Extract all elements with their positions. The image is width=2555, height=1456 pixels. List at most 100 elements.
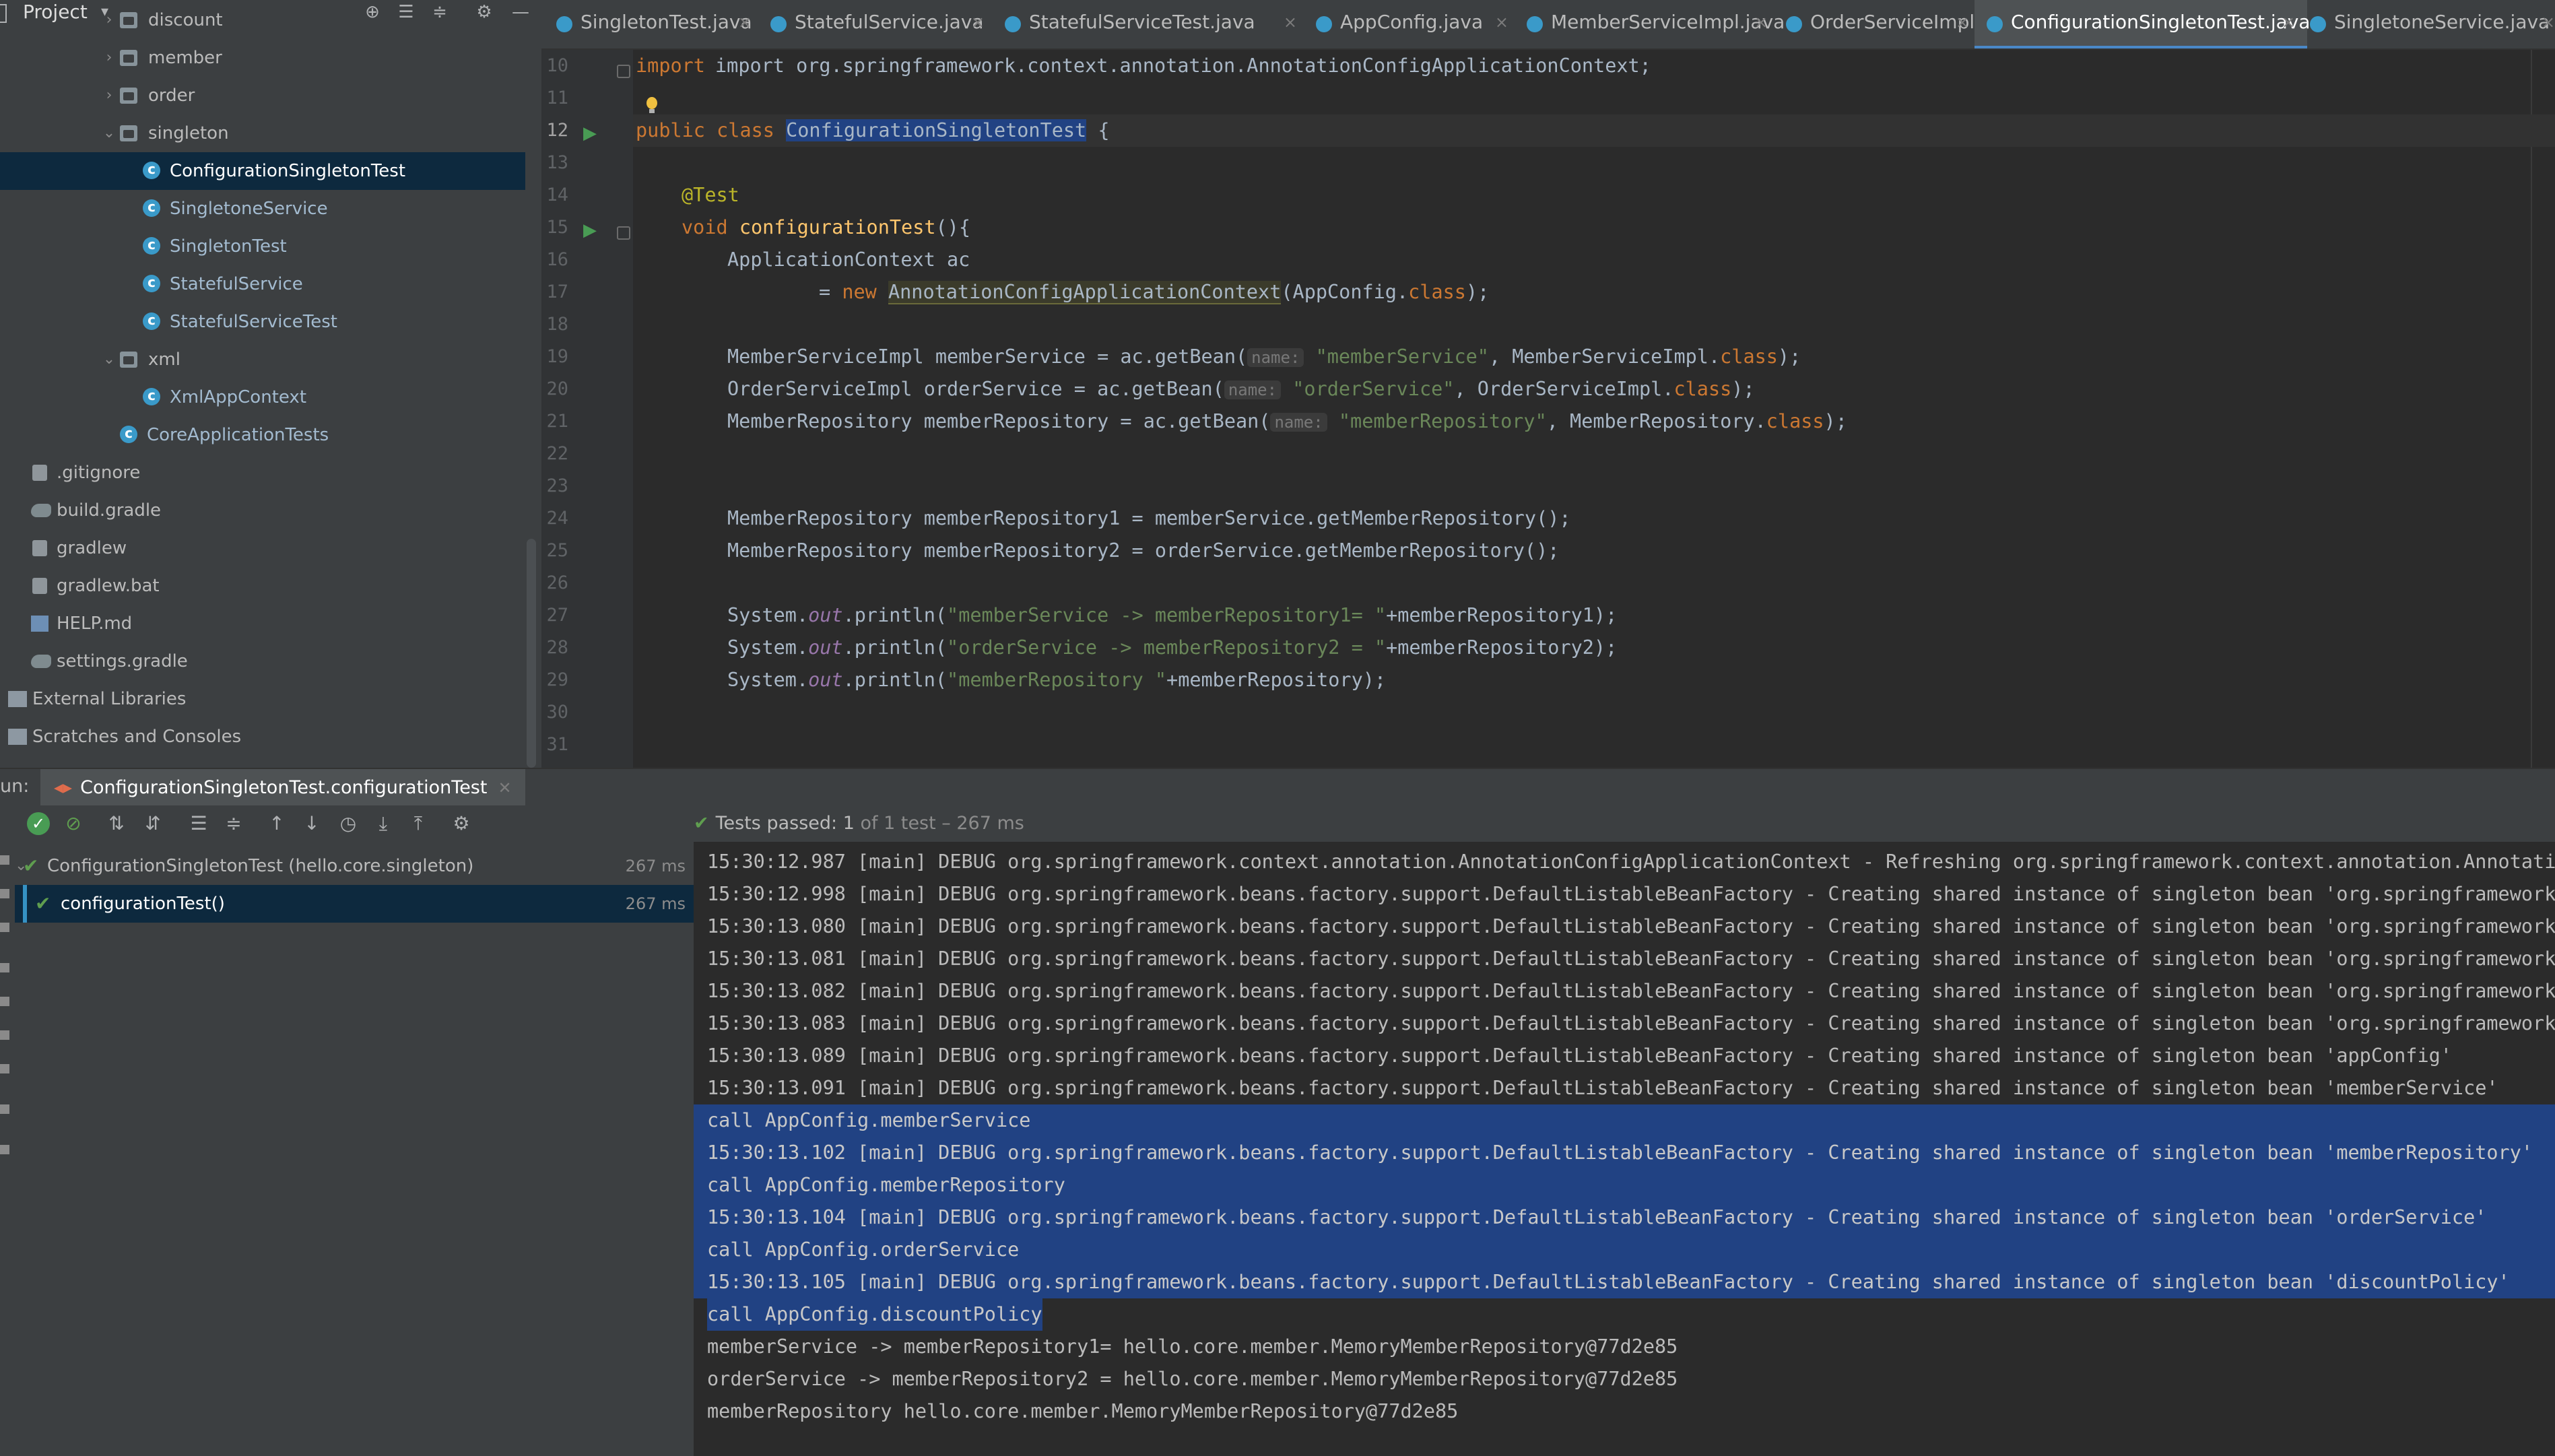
stop-icon[interactable] [0,889,9,898]
close-icon[interactable]: × [971,0,985,44]
rerun-icon[interactable] [0,855,9,865]
code-text: MemberServiceImpl memberService = ac.get… [727,345,1248,368]
tree-item-label: .gitignore [57,463,141,483]
line-number: 28 [546,637,568,658]
tree-item[interactable]: build.gradle [0,492,525,529]
run-gutter-icon[interactable]: ▶ [583,125,601,142]
editor-tab[interactable]: StatefulService.java × [770,0,985,48]
folder-icon [120,352,137,368]
console-line: 15:30:13.082 [main] DEBUG org.springfram… [707,980,2555,1002]
chevron-right-icon[interactable]: › [101,77,117,114]
close-icon[interactable]: × [2282,0,2295,44]
code-line-24: MemberRepository memberRepository1 = mem… [633,502,2555,535]
close-icon[interactable]: × [1284,0,1297,44]
code-line-29: System.out.println("memberRepository "+m… [633,664,2555,696]
console-line: 15:30:13.081 [main] DEBUG org.springfram… [707,948,2555,970]
code-string: "memberService" [1315,345,1489,368]
show-passed-icon[interactable]: ✓ [27,812,50,835]
line-number: 20 [546,378,568,399]
toggle-icon[interactable] [0,923,9,932]
tree-item[interactable]: gradlew.bat [0,567,525,605]
editor-tab[interactable]: OrderServiceImpl.java × [1786,0,2020,48]
fold-icon[interactable] [617,226,630,240]
more-icon[interactable] [0,1145,9,1154]
run-config-tab[interactable]: ◂▸ ConfigurationSingletonTest.configurati… [40,769,525,807]
arrow-up-icon[interactable]: ↑ [265,812,288,835]
tree-item[interactable]: › order [0,77,525,114]
editor-tab[interactable]: StatefulServiceTest.java × [1005,0,1297,48]
code-text: +memberRepository2); [1386,636,1618,659]
close-icon[interactable]: × [1495,0,1508,44]
tree-item[interactable]: Scratches and Consoles [0,718,525,756]
tree-item[interactable]: gradlew [0,529,525,567]
editor-tab[interactable]: AppConfig.java × [1316,0,1508,48]
param-hint: name: [1270,413,1327,432]
close-icon[interactable]: × [738,0,752,44]
chevron-down-icon[interactable]: ⌄ [101,341,117,378]
chevron-right-icon[interactable]: › [101,39,117,77]
import-tests-icon[interactable]: ⤓ [372,812,395,835]
code-line-10: import import org.springframework.context… [633,50,2555,82]
tree-item[interactable]: StatefulServiceTest [0,303,525,341]
gear-icon[interactable]: ⚙ [450,812,473,835]
editor-tab[interactable]: SingletoneService.java × [2310,0,2555,48]
show-ignored-icon[interactable]: ⊘ [62,812,85,835]
param-hint: name: [1224,380,1282,399]
tree-item[interactable]: ⌄ xml [0,341,525,378]
close-icon[interactable]: ✕ [498,779,511,797]
editor-tab[interactable]: MemberServiceImpl.java × [1527,0,1785,48]
sort-duration-icon[interactable]: ⇵ [141,812,164,835]
expand-all-icon[interactable]: ☰ [187,812,210,835]
chevron-down-icon[interactable]: ⌄ [101,114,117,152]
close-icon[interactable]: × [1754,0,1768,44]
line-number: 13 [546,152,568,173]
chevron-right-icon[interactable]: › [101,1,117,39]
export-tests-icon[interactable]: ⤒ [407,812,430,835]
sort-alpha-icon[interactable]: ⇅ [105,812,128,835]
close-icon[interactable]: × [1956,0,1969,44]
project-scrollbar[interactable] [527,539,536,768]
editor-tab-bar: SingletonTest.java × StatefulService.java ×… [541,0,2555,50]
tree-item[interactable]: › discount [0,1,525,39]
pin-icon[interactable] [0,963,9,972]
tree-item[interactable]: External Libraries [0,680,525,718]
collapse-all-icon[interactable]: ≑ [222,812,245,835]
run-gutter-icon[interactable]: ▶ [583,222,601,239]
camera-icon[interactable] [0,997,9,1006]
tree-item[interactable]: CoreApplicationTests [0,416,525,454]
tree-item[interactable]: › member [0,39,525,77]
code-string: "memberRepository " [947,669,1167,691]
status-count: 1 [842,813,855,834]
tree-item[interactable]: ConfigurationSingletonTest [0,152,525,190]
layout-icon[interactable] [0,1030,9,1040]
tree-item[interactable]: HELP.md [0,605,525,642]
settings-icon[interactable] [0,1104,9,1114]
gradle-icon [31,504,51,517]
java-icon [120,424,137,443]
tree-item[interactable]: XmlAppContext [0,378,525,416]
lightbulb-icon[interactable] [645,97,659,116]
test-annotation: @Test [682,184,739,206]
tree-item[interactable]: .gitignore [0,454,525,492]
tree-item[interactable]: SingletonTest [0,228,525,265]
editor-tab[interactable]: SingletonTest.java × [556,0,752,48]
arrow-down-icon[interactable]: ↓ [300,812,323,835]
tree-item[interactable]: StatefulService [0,265,525,303]
console-line: 15:30:13.089 [main] DEBUG org.springfram… [707,1045,2452,1067]
code-editor[interactable]: ▶ ▶ 10 11 12 13 14 15 16 17 18 19 20 21 22 23 24 25 26 27… [541,50,2555,768]
fold-icon[interactable] [617,65,630,78]
tree-item[interactable]: settings.gradle [0,642,525,680]
code-text: OrderServiceImpl orderService = ac.getBe… [727,378,1224,400]
code-text: .println( [842,636,948,659]
console-output[interactable]: 15:30:12.987 [main] DEBUG org.springfram… [694,842,2555,1456]
close-icon[interactable]: × [2542,0,2555,44]
history-icon[interactable]: ◷ [337,812,360,835]
tree-item[interactable]: ⌄ singleton [0,114,525,152]
editor-tab[interactable]: ConfigurationSingletonTest.java × [1975,0,2311,48]
test-node[interactable]: ⌄ ✔ ConfigurationSingletonTest (hello.core… [15,847,694,885]
tree-item[interactable]: SingletoneService [0,190,525,228]
print-icon[interactable] [0,1064,9,1073]
test-node[interactable]: ✔ configurationTest() 267 ms [15,885,694,923]
kw-void: void [682,216,728,238]
